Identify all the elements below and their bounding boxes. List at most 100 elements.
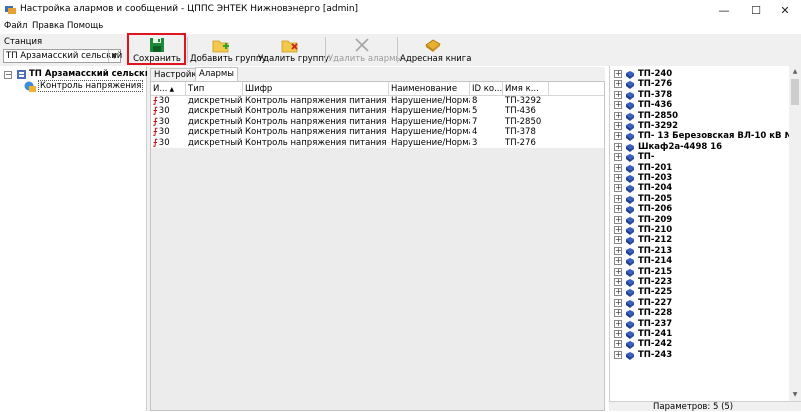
expand-icon[interactable]: + [614, 215, 622, 224]
expand-icon[interactable]: + [614, 319, 622, 328]
tree-node[interactable]: + ТП- [610, 152, 788, 163]
minimize-button[interactable]: — [708, 0, 740, 20]
expand-icon[interactable]: + [614, 309, 622, 318]
tree-node[interactable]: + ТП-3292 [610, 121, 788, 131]
table-row[interactable]: ⨍30 дискретный ...Контроль напряжения пит… [151, 96, 604, 106]
expand-icon[interactable]: + [614, 226, 622, 234]
column-header[interactable]: И... ▲ [151, 82, 186, 96]
table-row[interactable]: ⨍30 дискретный ...Контроль напряжения пит… [151, 138, 604, 148]
expand-icon[interactable]: + [614, 236, 622, 245]
expand-icon[interactable]: + [614, 80, 622, 89]
expand-icon[interactable]: + [614, 257, 622, 266]
tree-node[interactable]: + ТП-223 [610, 277, 788, 287]
expand-icon[interactable]: + [614, 184, 622, 193]
expand-icon[interactable]: + [614, 288, 622, 297]
book-icon [626, 299, 634, 308]
tree-node[interactable]: + ТП-213 [610, 246, 788, 256]
menu-edit[interactable]: Правка [32, 21, 64, 31]
expand-icon[interactable]: + [614, 101, 622, 110]
table-cell: Контроль напряжения питания на в... [245, 106, 389, 117]
expand-icon[interactable]: + [614, 205, 622, 214]
expand-icon[interactable]: + [614, 122, 622, 130]
scroll-down-icon[interactable]: ▼ [789, 389, 801, 401]
expand-icon[interactable]: + [614, 267, 622, 276]
tree-node[interactable]: + ТП-242 [610, 339, 788, 350]
table-row[interactable]: ⨍30 дискретный ...Контроль напряжения пит… [151, 117, 604, 127]
book-icon [626, 237, 634, 246]
delete-group-button[interactable]: Удалить группу [258, 34, 329, 66]
tree-node[interactable]: + ТП-2850 [610, 111, 788, 121]
column-header[interactable]: Имя к... [503, 82, 549, 96]
column-header[interactable]: Шифр [243, 82, 389, 96]
toolbar-divider [397, 37, 398, 63]
tab-alarms[interactable]: Алармы [195, 67, 238, 81]
tree-node-label: ТП-276 [638, 79, 673, 90]
close-button[interactable]: ✕ [769, 0, 801, 20]
expand-icon[interactable]: + [614, 246, 622, 255]
tree-node[interactable]: + ТП-237 [610, 319, 788, 329]
station-select[interactable]: ТП Арзамасский сельский ▼ [3, 49, 122, 63]
tree-node[interactable]: + ТП-227 [610, 298, 788, 308]
tree-node[interactable]: + ТП-378 [610, 90, 788, 100]
menu-help[interactable]: Помощь [67, 21, 103, 31]
expand-icon[interactable]: + [614, 350, 622, 359]
folder-add-icon [212, 40, 229, 53]
expand-icon[interactable]: + [614, 278, 622, 286]
expand-icon[interactable]: + [614, 153, 622, 162]
tree-node[interactable]: + ТП-228 [610, 308, 788, 319]
column-header[interactable]: ID ко... [470, 82, 503, 96]
menu-file[interactable]: Файл [4, 21, 27, 31]
tree-node[interactable]: + ТП-225 [610, 287, 788, 298]
expand-icon[interactable]: + [614, 330, 622, 338]
tree-node[interactable]: + ТП-276 [610, 79, 788, 90]
tree-node-label: Шкаф2а-4498 16 [638, 141, 723, 152]
add-group-button[interactable]: Добавить группу [190, 34, 267, 66]
scroll-up-icon[interactable]: ▲ [789, 66, 801, 78]
tree-node[interactable]: + ТП- 13 Березовская ВЛ-10 кВ №1012 [610, 131, 801, 142]
expand-icon[interactable]: + [614, 142, 622, 151]
chevron-down-icon[interactable]: ▼ [108, 50, 120, 62]
address-book-button[interactable]: Адресная книга [400, 34, 471, 66]
maximize-button[interactable]: ☐ [740, 0, 772, 20]
tree-node[interactable]: + ТП-210 [610, 225, 788, 235]
expand-icon[interactable]: + [614, 111, 622, 120]
tree-node[interactable]: + ТП-241 [610, 329, 788, 339]
table-cell: ⨍30 [153, 127, 170, 138]
tree-node[interactable]: + ТП-214 [610, 256, 788, 267]
tree-group-voltage[interactable]: Контроль напряжения [38, 80, 144, 92]
expand-icon[interactable]: + [614, 340, 622, 349]
scroll-thumb[interactable] [791, 79, 799, 105]
collapse-icon[interactable]: − [4, 71, 12, 79]
tree-node[interactable]: + ТП-209 [610, 215, 788, 225]
column-header[interactable]: Наименование [389, 82, 470, 96]
expand-icon[interactable]: + [614, 90, 622, 99]
alarm-signal-icon: ⨍ [153, 106, 158, 117]
expand-icon[interactable]: + [614, 194, 622, 203]
tree-node[interactable]: + ТП-206 [610, 204, 788, 215]
vertical-scrollbar[interactable]: ▲ ▼ [789, 66, 801, 401]
minimize-icon: — [718, 3, 730, 17]
tree-node[interactable]: + Шкаф2а-4498 16 [610, 142, 788, 152]
table-body: ⨍30дискретный ...Контроль напряжения пит… [151, 96, 604, 148]
table-row[interactable]: ⨍30 дискретный ...Контроль напряжения пит… [151, 127, 604, 137]
book-icon [626, 175, 634, 183]
book-icon [626, 195, 634, 204]
tree-node[interactable]: + ТП-204 [610, 183, 788, 194]
tree-node[interactable]: + ТП-201 [610, 163, 788, 173]
tree-node[interactable]: + ТП-205 [610, 194, 788, 204]
table-row[interactable]: ⨍30 дискретный ...Контроль напряжения пит… [151, 106, 604, 116]
tree-node[interactable]: + ТП-240 [610, 69, 788, 79]
app-icon [5, 6, 16, 14]
column-header[interactable]: Тип [186, 82, 243, 96]
expand-icon[interactable]: + [614, 163, 622, 172]
expand-icon[interactable]: + [614, 70, 622, 78]
delete-alarms-button[interactable]: Удалить алармы [328, 34, 402, 66]
expand-icon[interactable]: + [614, 132, 622, 141]
tree-node[interactable]: + ТП-243 [610, 350, 788, 360]
tree-node[interactable]: + ТП-212 [610, 235, 788, 246]
tree-node[interactable]: + ТП-203 [610, 173, 788, 183]
tree-node[interactable]: + ТП-436 [610, 100, 788, 111]
expand-icon[interactable]: + [614, 174, 622, 182]
tree-node[interactable]: + ТП-215 [610, 267, 788, 277]
expand-icon[interactable]: + [614, 298, 622, 307]
